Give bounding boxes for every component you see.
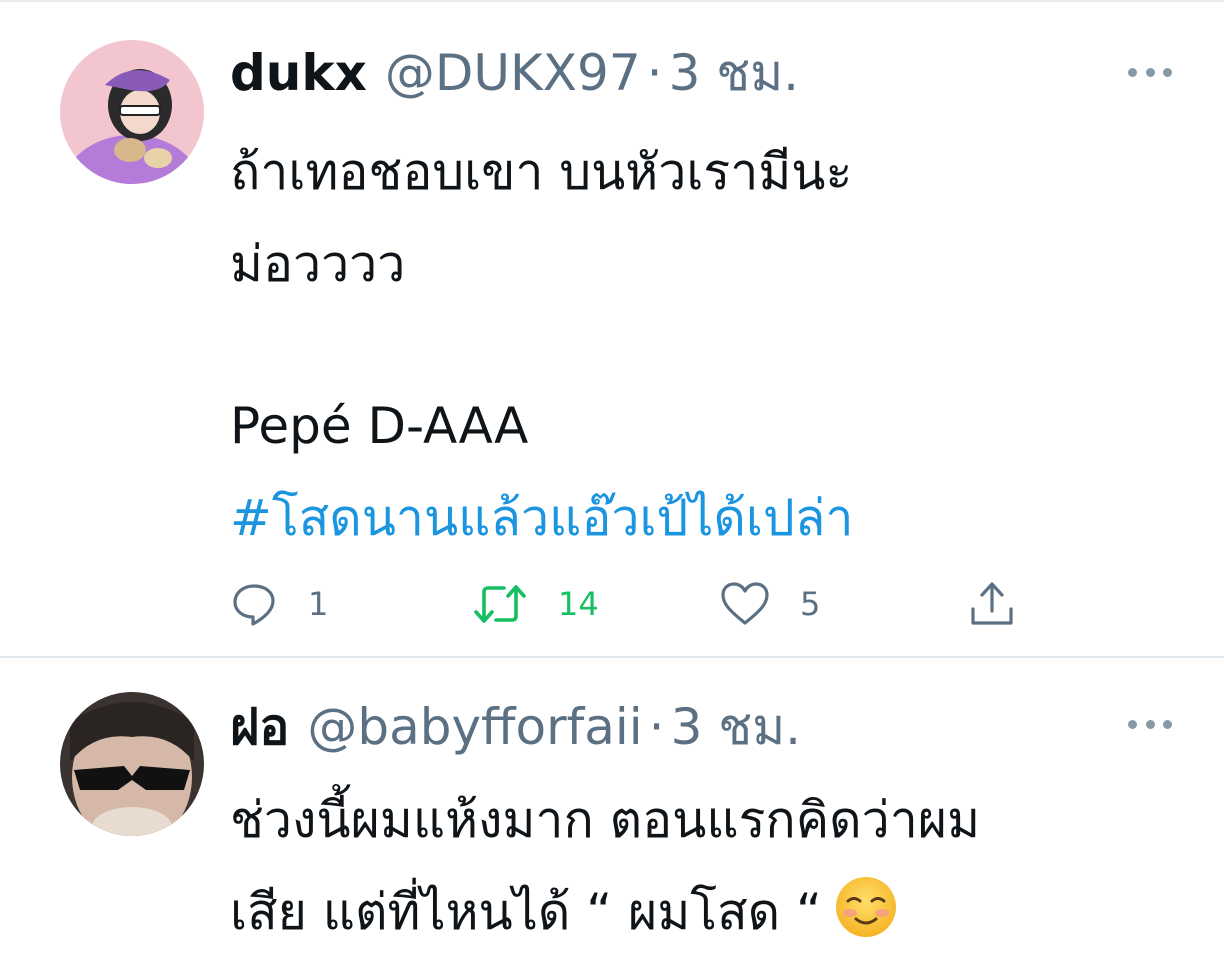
more-options-icon[interactable] (1128, 718, 1172, 730)
reply-count: 1 (308, 585, 329, 623)
tweet[interactable]: ฝอ @babyfforfaii · 3 ชม. ช่วงนี้ผมแห้งมา… (0, 658, 1224, 951)
timestamp[interactable]: 3 ชม. (671, 692, 802, 762)
tweet-header: dukx @DUKX97 · 3 ชม. (230, 38, 799, 108)
tweet-actions: 1 14 5 (230, 574, 1030, 634)
separator-dot: · (646, 44, 663, 102)
heart-icon (721, 582, 769, 625)
timestamp[interactable]: 3 ชม. (669, 38, 800, 108)
user-handle[interactable]: @DUKX97 (385, 38, 641, 108)
reply-button[interactable]: 1 (230, 574, 328, 634)
tweet-text: ถ้าเทอชอบเขา บนหัวเรามีนะ ม่อวววว Pepé D… (230, 126, 1180, 564)
smiling-face-emoji (834, 875, 898, 939)
user-handle[interactable]: @babyfforfaii (307, 692, 642, 762)
tweet-text-line: ถ้าเทอชอบเขา บนหัวเรามีนะ (230, 143, 853, 201)
retweet-icon (474, 585, 526, 623)
retweet-count: 14 (558, 585, 599, 623)
tweet-text-segment: เสีย แต่ที่ไหนได้ “ ผมโสด “ (230, 883, 822, 941)
share-icon (971, 582, 1013, 625)
tweet-text-line: Pepé D-AAA (230, 397, 529, 455)
tweet-text-line: ม่อวววว (230, 235, 406, 293)
reply-icon (233, 584, 275, 626)
share-button[interactable] (968, 574, 1016, 634)
like-button[interactable]: 5 (720, 574, 820, 634)
like-count: 5 (800, 585, 821, 623)
tweet-text-line: ช่วงนี้ผมแห้งมาก ตอนแรกคิดว่าผม (230, 791, 981, 849)
display-name[interactable]: ฝอ (230, 692, 289, 762)
separator-dot: · (648, 698, 665, 756)
tweet-text-line-with-emoji: เสีย แต่ที่ไหนได้ “ ผมโสด “ (230, 866, 1180, 958)
avatar[interactable] (60, 692, 204, 836)
display-name[interactable]: dukx (230, 38, 367, 108)
hashtag-link[interactable]: #โสดนานแล้วแอ๊วเป้ได้เปล่า (230, 472, 1180, 564)
tweet-header: ฝอ @babyfforfaii · 3 ชม. (230, 692, 801, 762)
avatar[interactable] (60, 40, 204, 184)
more-options-icon[interactable] (1128, 66, 1172, 78)
tweet-text: ช่วงนี้ผมแห้งมาก ตอนแรกคิดว่าผม เสีย แต่… (230, 774, 1180, 958)
retweet-button[interactable]: 14 (472, 574, 599, 634)
tweet[interactable]: dukx @DUKX97 · 3 ชม. ถ้าเทอชอบเขา บนหัวเ… (0, 2, 1224, 656)
